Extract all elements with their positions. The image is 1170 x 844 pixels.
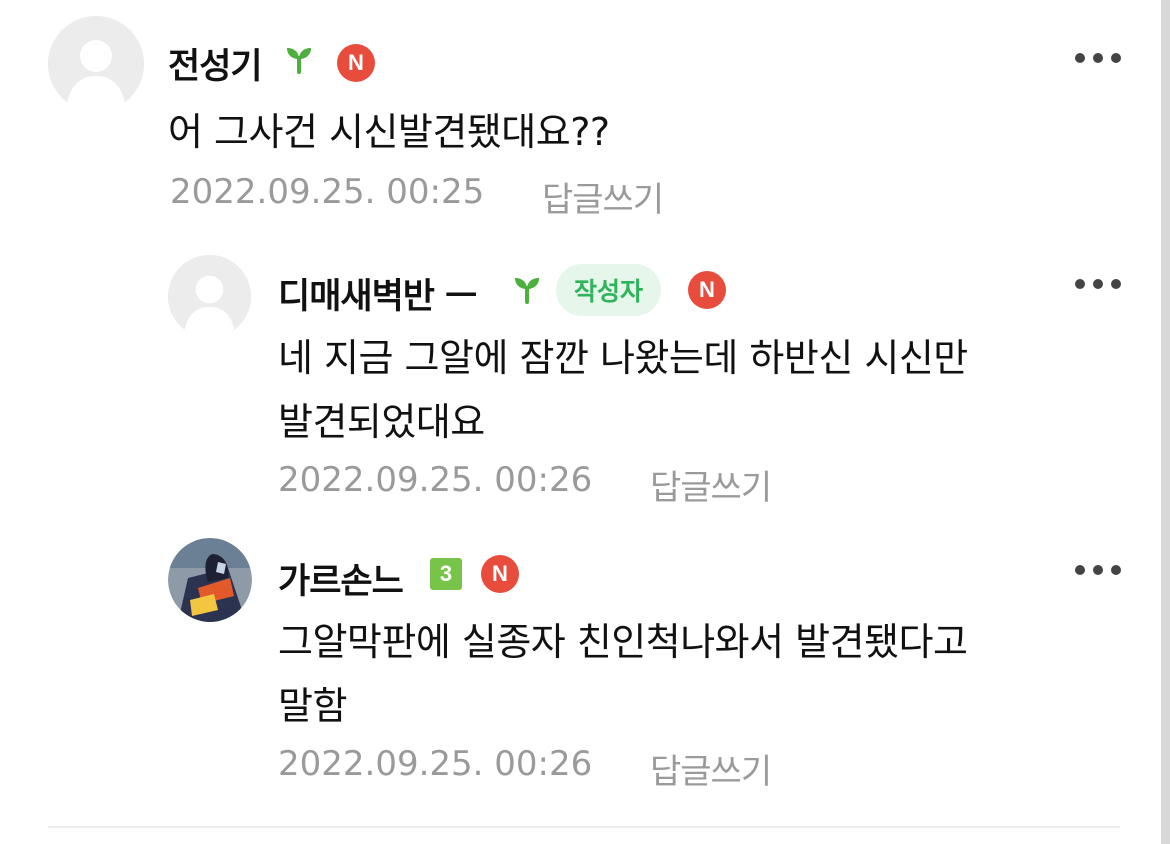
dot-icon [1075, 565, 1085, 575]
divider [48, 826, 1120, 828]
dot-icon [1093, 565, 1103, 575]
comment-text-line: 말함 [278, 684, 347, 728]
avatar[interactable] [168, 538, 252, 622]
comment-text-line: 그알막판에 실종자 친인척나와서 발견됐다고 [278, 620, 968, 664]
comment-nickname[interactable]: 가르손느 [278, 553, 404, 604]
new-badge: N [481, 555, 519, 593]
scrollbar[interactable] [1161, 0, 1170, 844]
comment-date: 2022.09.25. 00:26 [278, 744, 593, 784]
dot-icon [1111, 565, 1121, 575]
reply-comment-item: 가르손느 3 N 그알막판에 실종자 친인척나와서 발견됐다고 말함 2022.… [0, 0, 1160, 800]
comment-text: 그알막판에 실종자 친인척나와서 발견됐다고 말함 [278, 610, 1138, 738]
profile-photo [168, 538, 252, 622]
reply-button[interactable]: 답글쓰기 [650, 744, 772, 793]
level-3-icon: 3 [430, 558, 462, 590]
more-options-button[interactable] [1075, 560, 1121, 580]
